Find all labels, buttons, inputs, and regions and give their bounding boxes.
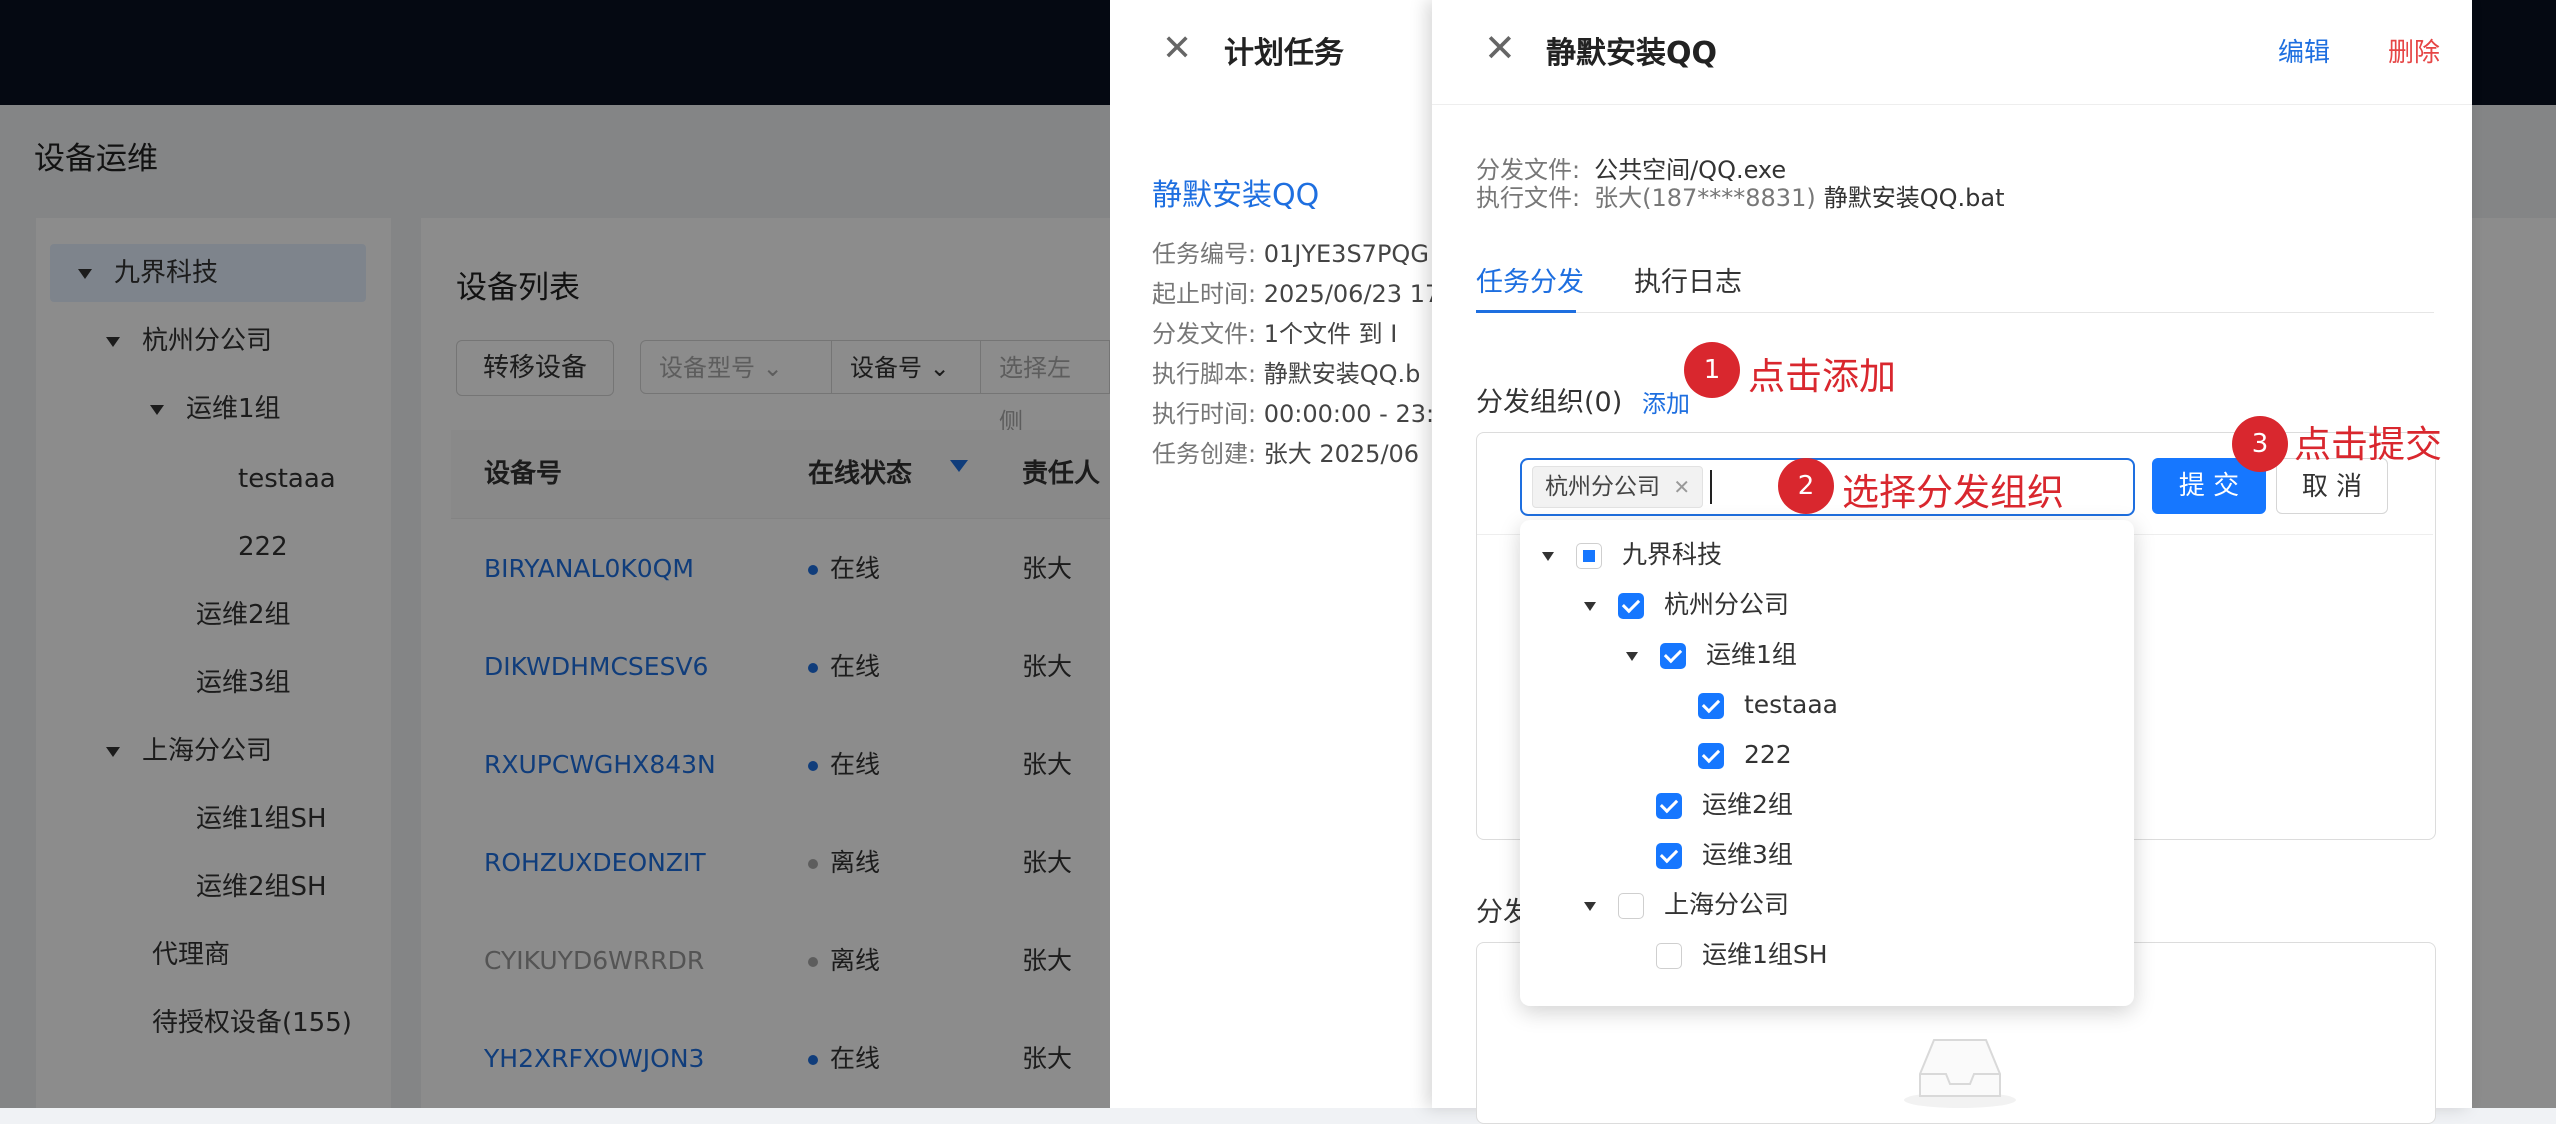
caret-down-icon[interactable] <box>1584 901 1596 911</box>
script-row: 执行脚本: 静默安装QQ.b <box>1152 354 1420 389</box>
row-key: 起止时间: <box>1152 280 1257 308</box>
tree-node-label: 运维2组 <box>1702 790 1793 819</box>
checkbox-empty[interactable] <box>1656 943 1682 969</box>
drawer-title: 静默安装QQ <box>1546 36 1718 71</box>
row-value: 01JYE3S7PQG <box>1263 240 1429 268</box>
caret-down-icon[interactable] <box>1584 601 1596 611</box>
row-key: 分发文件: <box>1152 320 1257 348</box>
close-icon[interactable]: ✕ <box>1484 26 1516 70</box>
task-id-row: 任务编号: 01JYE3S7PQG <box>1152 234 1429 269</box>
edit-button[interactable]: 编辑 <box>2278 32 2330 69</box>
tag-label: 杭州分公司 <box>1545 474 1660 500</box>
caret-down-icon[interactable] <box>1542 551 1554 561</box>
tree-node[interactable]: 运维2组 <box>1656 780 1793 830</box>
tree-node-label: 运维3组 <box>1702 840 1793 869</box>
tree-node[interactable]: testaaa <box>1698 680 1838 730</box>
row-key: 任务编号: <box>1152 240 1257 268</box>
tag-close-icon[interactable]: ✕ <box>1673 475 1690 499</box>
time-range-row: 起止时间: 2025/06/23 17 <box>1152 274 1440 309</box>
close-icon[interactable]: ✕ <box>1162 28 1192 69</box>
info-key: 执行文件: <box>1476 184 1581 212</box>
tree-node-label: 上海分公司 <box>1664 890 1790 919</box>
step-annotation: 点击提交 <box>2294 423 2442 466</box>
checkbox-checked[interactable] <box>1698 743 1724 769</box>
task-name-link[interactable]: 静默安装QQ <box>1152 170 1319 214</box>
creator-row: 任务创建: 张大 2025/06 <box>1152 434 1419 469</box>
caret-down-icon[interactable] <box>1626 651 1638 661</box>
checkbox-checked[interactable] <box>1656 793 1682 819</box>
checkbox-checked[interactable] <box>1698 693 1724 719</box>
tree-node[interactable]: 222 <box>1698 730 1792 780</box>
tree-node[interactable]: 九界科技 <box>1542 530 1722 580</box>
step-annotation: 选择分发组织 <box>1842 471 2064 514</box>
step-badge: 1 <box>1684 342 1740 398</box>
tree-node-label: 运维1组SH <box>1702 940 1828 969</box>
org-tree-dropdown: 九界科技 杭州分公司 运维1组 testaaa 222 运维2组 运维3组 上海… <box>1520 520 2134 1006</box>
tree-node[interactable]: 运维3组 <box>1656 830 1793 880</box>
tree-node-label: 运维1组 <box>1706 640 1797 669</box>
checkbox-checked[interactable] <box>1618 593 1644 619</box>
step-badge: 3 <box>2232 416 2288 472</box>
text-cursor <box>1710 470 1712 504</box>
checkbox-checked[interactable] <box>1660 643 1686 669</box>
checkbox-empty[interactable] <box>1618 893 1644 919</box>
tree-node[interactable]: 杭州分公司 <box>1584 580 1789 630</box>
row-value: 00:00:00 - 23:5 <box>1263 400 1450 428</box>
tree-node-label: 222 <box>1744 740 1792 769</box>
tree-node-label: 九界科技 <box>1622 540 1723 569</box>
selected-org-tag: 杭州分公司 ✕ <box>1532 466 1704 508</box>
tab-active-indicator <box>1476 310 1576 313</box>
add-org-link[interactable]: 添加 <box>1642 384 1690 419</box>
row-key: 任务创建: <box>1152 440 1257 468</box>
plan-drawer-title: 计划任务 <box>1224 36 1344 71</box>
row-key: 执行脚本: <box>1152 360 1257 388</box>
exec-time-row: 执行时间: 00:00:00 - 23:5 <box>1152 394 1449 429</box>
row-key: 执行时间: <box>1152 400 1257 428</box>
row-value: 1个文件 到 I <box>1263 320 1398 348</box>
org-section-label: 分发组织(0) <box>1476 387 1623 418</box>
step-badge: 2 <box>1778 458 1834 514</box>
row-value: 2025/06/23 17 <box>1263 280 1441 308</box>
dist-file-row: 分发文件: 1个文件 到 I <box>1152 314 1397 349</box>
tab-divider <box>1476 312 2434 313</box>
step-annotation: 点击添加 <box>1748 355 1896 398</box>
checkbox-checked[interactable] <box>1656 843 1682 869</box>
tab-exec-log[interactable]: 执行日志 <box>1634 260 1742 299</box>
row-value: 张大 2025/06 <box>1263 440 1420 468</box>
empty-inbox-icon <box>1904 1039 2016 1108</box>
checkbox-partial[interactable] <box>1576 543 1602 569</box>
plan-task-drawer <box>1110 0 1440 1108</box>
tree-node[interactable]: 运维1组 <box>1626 630 1797 680</box>
row-value: 静默安装QQ.b <box>1263 360 1421 388</box>
info-user: 张大(187****8831) <box>1594 184 1816 212</box>
exec-file-info: 执行文件: 张大(187****8831) 静默安装QQ.bat <box>1476 178 2004 213</box>
tab-distribution[interactable]: 任务分发 <box>1476 260 1584 299</box>
delete-button[interactable]: 删除 <box>2388 32 2440 69</box>
tree-node-label: testaaa <box>1744 690 1838 719</box>
info-value: 静默安装QQ.bat <box>1823 184 2005 212</box>
tree-node-label: 杭州分公司 <box>1664 590 1790 619</box>
tree-node[interactable]: 运维1组SH <box>1656 930 1828 980</box>
tree-node[interactable]: 上海分公司 <box>1584 880 1789 930</box>
